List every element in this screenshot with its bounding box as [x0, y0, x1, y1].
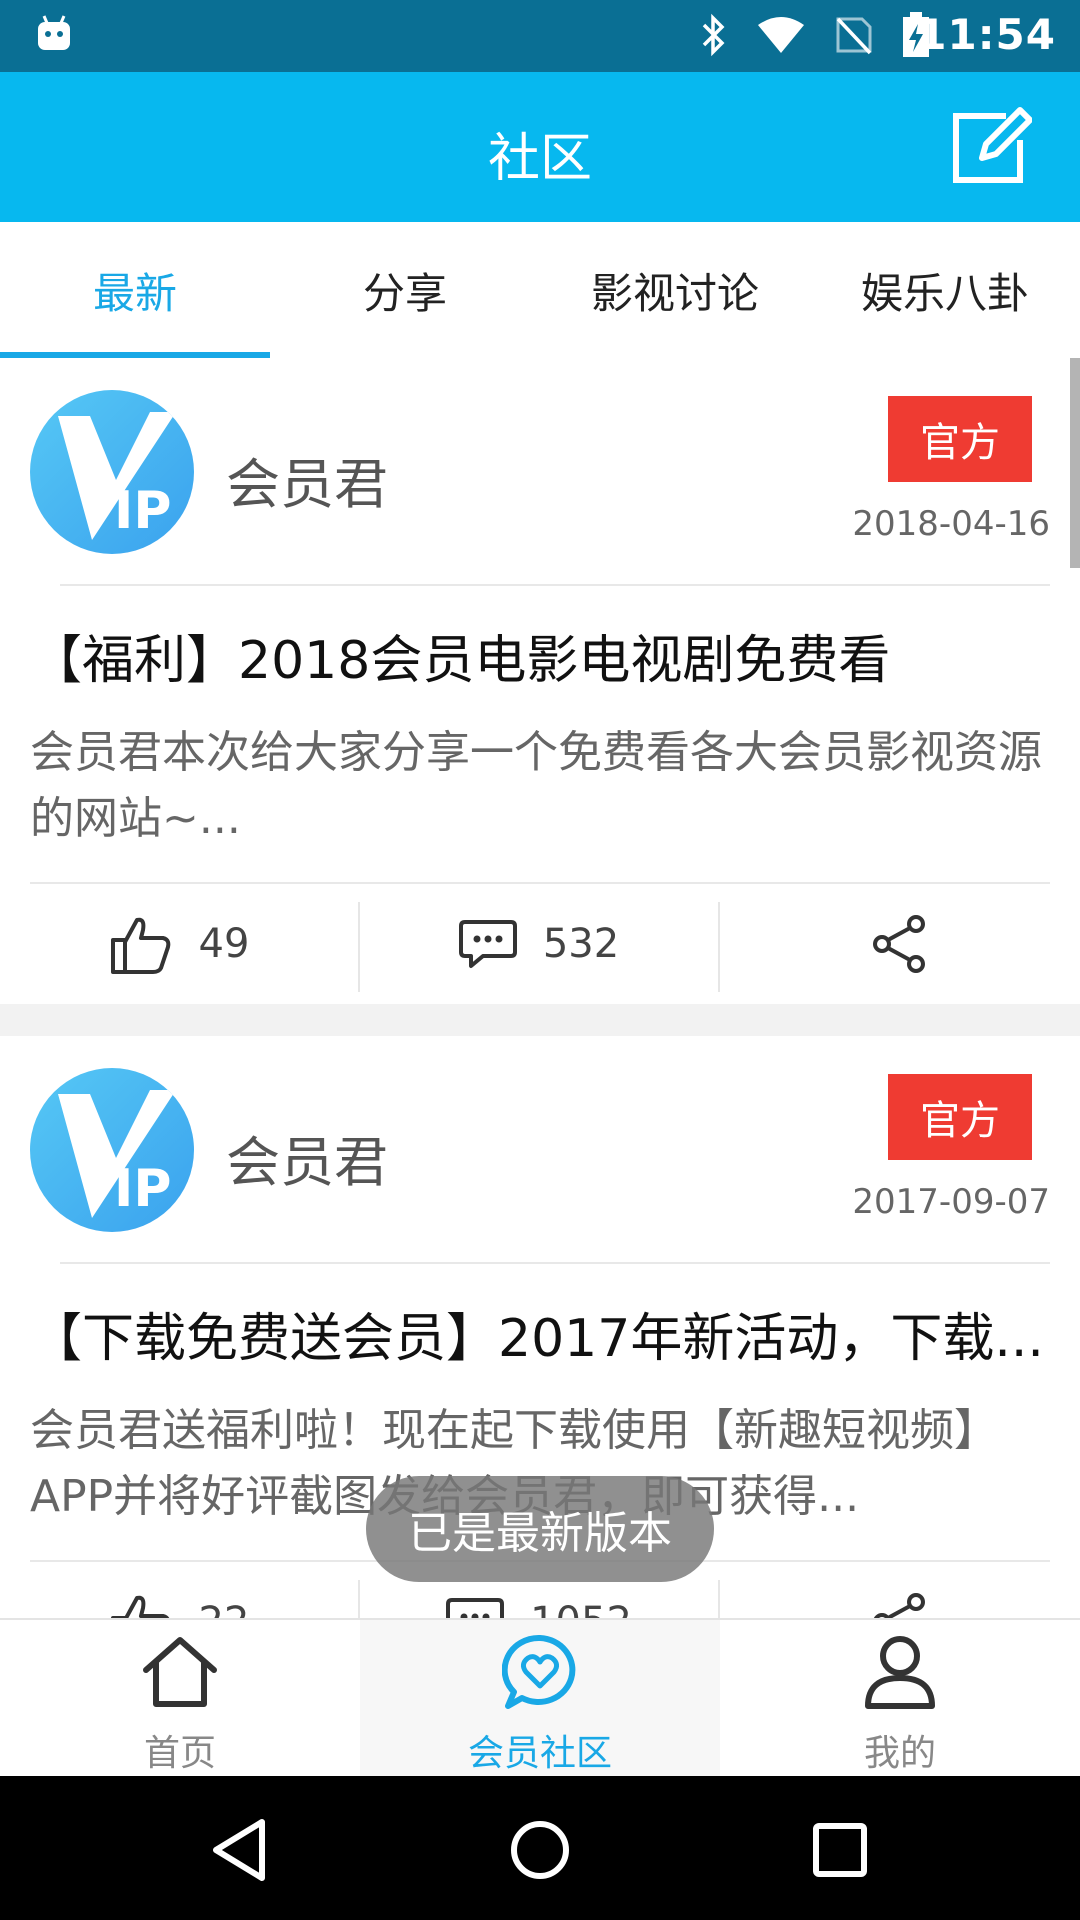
- bottom-navigation: 首页 会员社区 我的: [0, 1618, 1080, 1778]
- no-signal-icon: [836, 17, 872, 55]
- home-circle-icon[interactable]: [502, 1812, 578, 1888]
- divider: [60, 1262, 1050, 1264]
- like-button[interactable]: 49: [0, 884, 358, 1004]
- post-date: 2017-09-07: [852, 1182, 1050, 1222]
- comment-count: 532: [542, 921, 620, 967]
- post-actions: 49 532: [0, 884, 1080, 1004]
- nav-community-label: 会员社区: [467, 1733, 612, 1774]
- thumbs-up-icon: [110, 1595, 169, 1618]
- share-button[interactable]: [720, 1562, 1080, 1618]
- recents-square-icon[interactable]: [802, 1812, 878, 1888]
- svg-text:IP: IP: [114, 481, 171, 541]
- post-feed[interactable]: IP 会员君 官方 2018-04-16 【福利】2018会员电影电视剧免费看 …: [0, 358, 1080, 1618]
- svg-text:IP: IP: [114, 1159, 171, 1219]
- post-title[interactable]: 【下载免费送会员】2017年新活动，下载...: [30, 1296, 1054, 1371]
- nav-home-label: 首页: [143, 1733, 216, 1774]
- app-bar: 社区: [0, 72, 1080, 222]
- comment-icon: [458, 920, 517, 968]
- system-navigation-bar: [0, 1776, 1080, 1920]
- tab-share[interactable]: 分享: [270, 222, 540, 358]
- post-date: 2018-04-16: [852, 504, 1050, 544]
- comment-button[interactable]: 532: [360, 884, 718, 1004]
- category-tabs: 最新 分享 影视讨论 娱乐八卦: [0, 222, 1080, 360]
- like-button[interactable]: 22: [0, 1562, 358, 1618]
- tab-entertainment-gossip[interactable]: 娱乐八卦: [810, 222, 1080, 358]
- android-notification-icon: [38, 15, 70, 50]
- author-name[interactable]: 会员君: [226, 440, 388, 519]
- thumbs-up-icon: [110, 917, 170, 974]
- user-icon: [865, 1636, 935, 1709]
- back-icon[interactable]: [202, 1812, 278, 1888]
- toast-message: 已是最新版本: [366, 1476, 714, 1582]
- comment-count: 1052: [530, 1599, 632, 1618]
- nav-profile-label: 我的: [863, 1733, 936, 1774]
- like-count: 22: [199, 1599, 250, 1618]
- post-title[interactable]: 【福利】2018会员电影电视剧免费看: [30, 618, 1054, 693]
- post-excerpt[interactable]: 会员君本次给大家分享一个免费看各大会员影视资源的网站~...: [30, 720, 1050, 852]
- compose-icon[interactable]: [948, 106, 1032, 190]
- page-title: 社区: [487, 129, 592, 189]
- wifi-icon: [758, 17, 804, 53]
- official-badge: 官方: [888, 1074, 1032, 1160]
- vip-logo-icon: IP: [58, 412, 176, 541]
- avatar[interactable]: IP: [30, 390, 194, 554]
- status-bar: 11:54: [0, 0, 1080, 72]
- like-count: 49: [198, 921, 250, 967]
- community-chat-icon: [502, 1634, 576, 1709]
- share-icon: [873, 915, 925, 973]
- nav-home[interactable]: 首页: [0, 1620, 360, 1778]
- bluetooth-icon: [702, 13, 725, 57]
- official-badge: 官方: [888, 396, 1032, 482]
- scrollbar[interactable]: [1070, 358, 1080, 568]
- nav-community[interactable]: 会员社区: [360, 1620, 720, 1778]
- divider: [60, 584, 1050, 586]
- share-button[interactable]: [720, 884, 1080, 1004]
- post-card[interactable]: IP 会员君 官方 2018-04-16 【福利】2018会员电影电视剧免费看 …: [0, 358, 1080, 1004]
- nav-profile[interactable]: 我的: [720, 1620, 1080, 1778]
- vip-logo-icon: IP: [58, 1090, 176, 1219]
- tab-film-discussion[interactable]: 影视讨论: [540, 222, 810, 358]
- comment-icon: [446, 1598, 505, 1618]
- tab-latest[interactable]: 最新: [0, 222, 270, 358]
- avatar[interactable]: IP: [30, 1068, 194, 1232]
- home-icon: [143, 1637, 217, 1707]
- share-icon: [873, 1593, 925, 1618]
- clock: 11:54: [917, 10, 1056, 59]
- author-name[interactable]: 会员君: [226, 1118, 388, 1197]
